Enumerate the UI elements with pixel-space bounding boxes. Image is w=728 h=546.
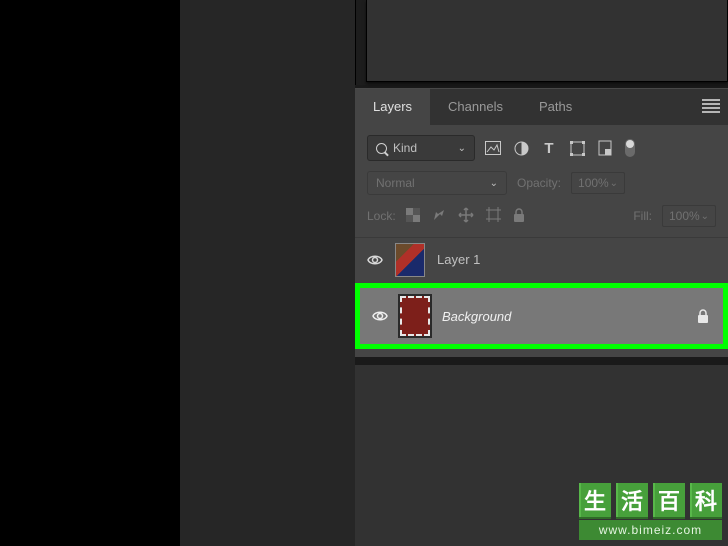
watermark: 生 活 百 科 www.bimeiz.com [579,483,722,540]
layer-name[interactable]: Layer 1 [437,252,716,267]
filter-row: Kind ⌄ T [355,125,728,167]
layer-row[interactable]: Background [360,288,723,344]
chevron-down-icon: ⌄ [458,143,466,154]
tab-paths[interactable]: Paths [521,89,590,125]
opacity-label: Opacity: [517,176,561,190]
layers-panel: Layers Channels Paths Kind ⌄ [355,88,728,357]
blend-mode-value: Normal [376,176,415,190]
chevron-down-icon: ⌄ [490,178,498,189]
lock-position-icon[interactable] [458,207,474,226]
lock-all-icon[interactable] [513,208,525,225]
panel-tabs: Layers Channels Paths [355,89,728,125]
layer-thumbnail[interactable] [395,243,425,277]
filter-pixel-icon[interactable] [485,140,501,156]
filter-type-icons: T [485,139,635,157]
left-black-strip [0,0,180,546]
tab-channels[interactable]: Channels [430,89,521,125]
layer-row[interactable]: Layer 1 [355,237,728,281]
lock-row: Lock: Fill: 1 [355,199,728,237]
filter-kind-select[interactable]: Kind ⌄ [367,135,475,161]
visibility-toggle[interactable] [372,308,388,324]
tab-layers[interactable]: Layers [355,89,430,125]
chevron-down-icon: ⌄ [701,211,709,222]
watermark-char: 百 [653,483,685,517]
opacity-value: 100% [578,176,609,190]
layer-name[interactable]: Background [442,309,685,324]
visibility-toggle[interactable] [367,252,383,268]
lock-pixels-icon[interactable] [432,208,446,225]
search-icon [376,143,387,154]
document-preview-area [355,0,728,85]
filter-type-icon[interactable]: T [541,140,557,156]
layers-list: Layer 1 Background [355,237,728,349]
fill-input[interactable]: 100% ⌄ [662,205,716,227]
watermark-char: 科 [690,483,722,517]
filter-shape-icon[interactable] [569,140,585,156]
filter-kind-label: Kind [393,141,417,155]
layer-thumbnail[interactable] [400,296,430,336]
fill-value: 100% [669,209,700,223]
panel-menu-icon[interactable] [702,99,720,113]
opacity-input[interactable]: 100% ⌄ [571,172,625,194]
lock-label: Lock: [367,209,396,223]
document-inner [366,0,728,82]
blend-mode-select[interactable]: Normal ⌄ [367,171,507,195]
canvas-area [180,0,355,546]
fill-label: Fill: [633,209,652,223]
lock-transparency-icon[interactable] [406,208,420,225]
highlighted-layer: Background [355,283,728,349]
filter-adjustment-icon[interactable] [513,140,529,156]
watermark-char: 活 [616,483,648,517]
blend-row: Normal ⌄ Opacity: 100% ⌄ [355,167,728,199]
filter-smartobject-icon[interactable] [597,140,613,156]
watermark-url: www.bimeiz.com [579,520,722,540]
lock-artboard-icon[interactable] [486,207,501,225]
filter-toggle[interactable] [625,139,635,157]
lock-icon [697,309,711,323]
chevron-down-icon: ⌄ [610,178,618,189]
panel-body: Kind ⌄ T [355,125,728,357]
watermark-char: 生 [579,483,611,517]
